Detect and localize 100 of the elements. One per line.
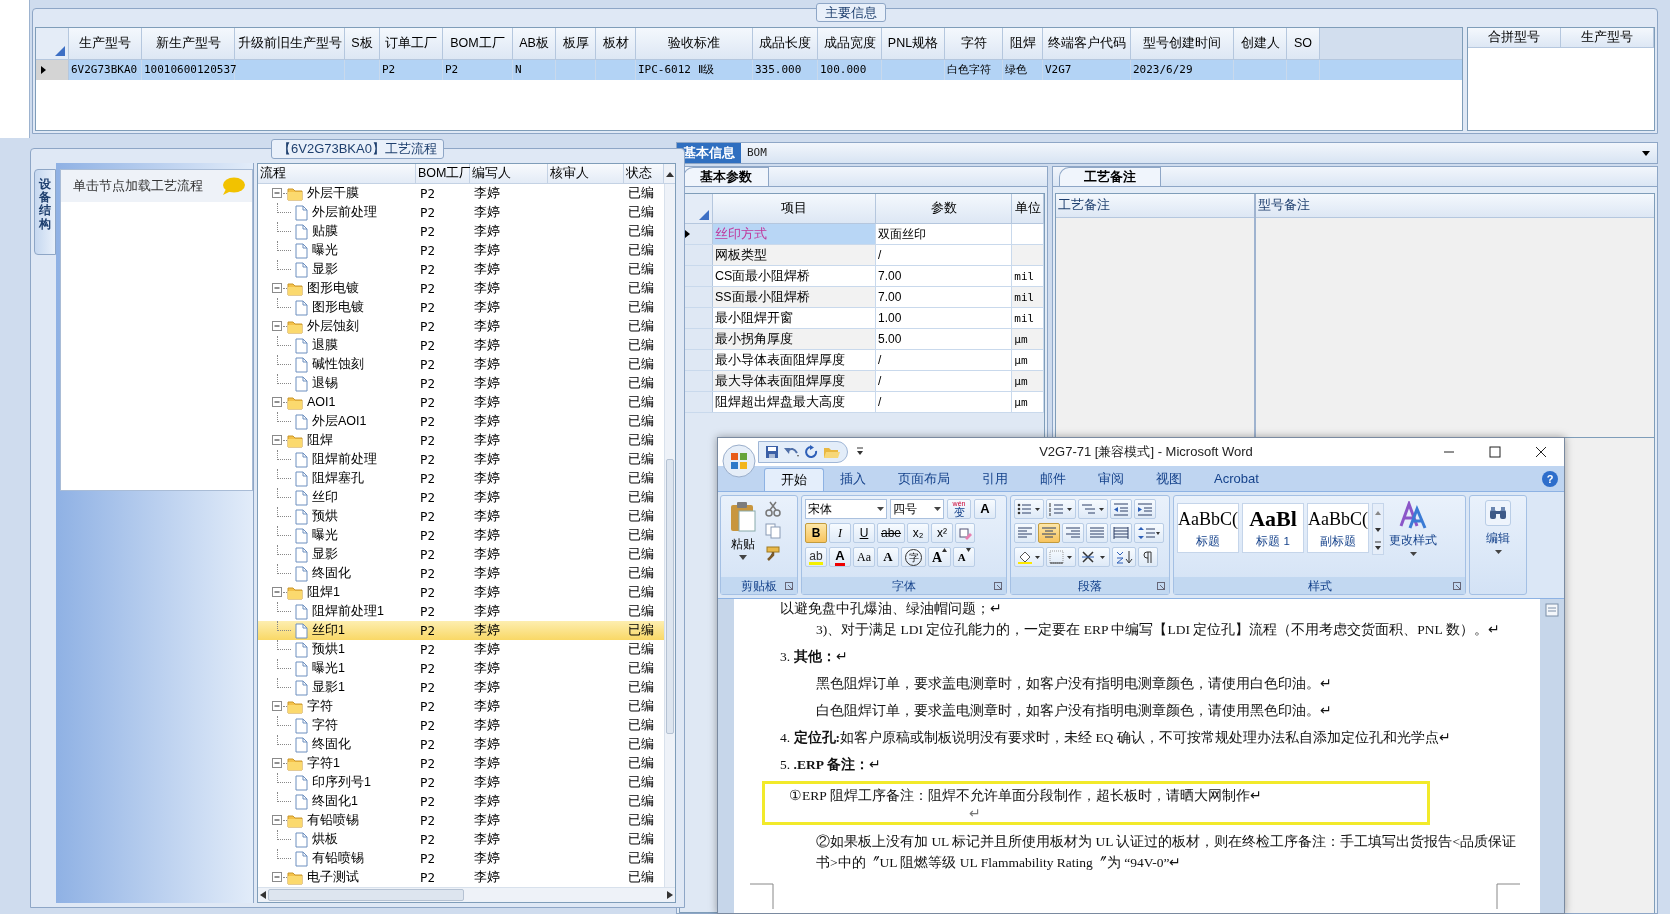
toolbar-button[interactable]	[1134, 523, 1164, 543]
tree-row[interactable]: 终固化 P2 李婷 已编	[258, 735, 664, 754]
tree-row[interactable]: 显影 P2 李婷 已编	[258, 260, 664, 279]
tree-row[interactable]: 退膜 P2 李婷 已编	[258, 336, 664, 355]
style-item[interactable]: AaBbC( 副标题	[1307, 503, 1369, 553]
column-header[interactable]: 阻焊	[1003, 28, 1043, 60]
column-header[interactable]: PNL规格	[882, 28, 945, 60]
tree-row[interactable]: 预烘 P2 李婷 已编	[258, 507, 664, 526]
tab[interactable]: 基本参数	[683, 167, 769, 186]
tree-node-label[interactable]: 终固化	[312, 735, 351, 754]
column-header[interactable]: 参数	[875, 194, 1013, 224]
tree-node-label[interactable]: 烘板	[312, 830, 338, 849]
tree-node-label[interactable]: 曝光	[312, 526, 338, 545]
format-button[interactable]: B	[805, 523, 827, 543]
column-header[interactable]: 新生产型号	[142, 28, 235, 60]
tree-node-label[interactable]: 有铅喷锡	[312, 849, 364, 868]
dialog-launcher-icon[interactable]	[994, 581, 1002, 590]
vertical-scrollbar[interactable]	[664, 184, 675, 887]
column-header[interactable]: 合拼型号	[1468, 28, 1561, 48]
side-tab[interactable]: 设备结构	[34, 169, 56, 255]
tree-node-label[interactable]: 图形电镀	[307, 279, 359, 298]
expander-icon[interactable]	[272, 872, 283, 883]
tree-row[interactable]: 烘板 P2 李婷 已编	[258, 830, 664, 849]
column-header[interactable]: 升级前旧生产型号	[235, 28, 345, 60]
tree-row[interactable]: 显影1 P2 李婷 已编	[258, 678, 664, 697]
expander-icon[interactable]	[272, 283, 283, 294]
shrink-font-button[interactable]: A	[953, 547, 976, 567]
align-button[interactable]	[1110, 523, 1132, 543]
tree-node-label[interactable]: 终固化	[312, 564, 351, 583]
tree-node-label[interactable]: 显影	[312, 260, 338, 279]
tree-node-label[interactable]: 外层AOI1	[312, 412, 367, 431]
tree-row[interactable]: 丝印1 P2 李婷 已编	[258, 621, 664, 640]
tree-row[interactable]: 外层蚀刻 P2 李婷 已编	[258, 317, 664, 336]
ribbon-tab[interactable]: 引用	[966, 468, 1024, 491]
tree-row[interactable]: 阻焊塞孔 P2 李婷 已编	[258, 469, 664, 488]
tree-node-label[interactable]: 阻焊1	[307, 583, 340, 602]
format-button[interactable]: x²	[931, 523, 954, 543]
tree-node-label[interactable]: 终固化1	[312, 792, 358, 811]
tree-row[interactable]: 阻焊前处理1 P2 李婷 已编	[258, 602, 664, 621]
expander-icon[interactable]	[272, 815, 283, 826]
tree-row[interactable]: 有铅喷锡 P2 李婷 已编	[258, 811, 664, 830]
tree-row[interactable]: 丝印 P2 李婷 已编	[258, 488, 664, 507]
text-area[interactable]: 型号备注	[1256, 194, 1654, 437]
change-case-button[interactable]: Aa	[853, 547, 875, 567]
tree-node-label[interactable]: 预烘1	[312, 640, 345, 659]
tree-node-label[interactable]: AOI1	[307, 393, 336, 412]
highlight-button[interactable]: ab	[805, 547, 827, 567]
tree-row[interactable]: 外层前处理 P2 李婷 已编	[258, 203, 664, 222]
horizontal-scrollbar[interactable]	[258, 887, 675, 902]
column-header[interactable]: BOM工厂	[443, 28, 513, 60]
expander-icon[interactable]	[272, 321, 283, 332]
column-header[interactable]: 核审人	[548, 164, 624, 184]
column-header[interactable]: 生产型号	[1561, 28, 1654, 48]
style-item[interactable]: AaBbC( 标题	[1177, 503, 1239, 553]
ribbon-tab[interactable]: Acrobat	[1198, 468, 1275, 491]
ribbon-tab[interactable]: 页面布局	[882, 468, 966, 491]
ruler-toggle-icon[interactable]	[1545, 603, 1559, 617]
tree-row[interactable]: 字符1 P2 李婷 已编	[258, 754, 664, 773]
scroll-right-icon[interactable]	[667, 891, 673, 899]
change-styles-button[interactable]: 更改样式	[1389, 499, 1437, 577]
tree-node-label[interactable]: 图形电镀	[312, 298, 364, 317]
tree-node-label[interactable]: 预烘	[312, 507, 338, 526]
character-border-button[interactable]: A	[974, 499, 996, 519]
tree-node-label[interactable]: 有铅喷锡	[307, 811, 359, 830]
column-header[interactable]: 订单工厂	[380, 28, 443, 60]
column-header[interactable]: 终端客户代码	[1043, 28, 1131, 60]
tree-node-label[interactable]: 电子测试	[307, 868, 359, 887]
toolbar-button[interactable]	[1014, 547, 1044, 567]
text-area[interactable]: 工艺备注	[1056, 194, 1256, 437]
tree-node-label[interactable]: 丝印	[312, 488, 338, 507]
tree-row[interactable]: 贴膜 P2 李婷 已编	[258, 222, 664, 241]
format-button[interactable]: I	[829, 523, 851, 543]
dialog-launcher-icon[interactable]	[1157, 581, 1165, 590]
tree-node-label[interactable]: 阻焊塞孔	[312, 469, 364, 488]
scroll-up-icon[interactable]	[665, 170, 674, 177]
tree-row[interactable]: 曝光1 P2 李婷 已编	[258, 659, 664, 678]
scroll-left-icon[interactable]	[260, 891, 266, 899]
gallery-scroller[interactable]	[1372, 503, 1384, 555]
scrollbar-thumb[interactable]	[666, 459, 674, 734]
tree-row[interactable]: 图形电镀 P2 李婷 已编	[258, 298, 664, 317]
scrollbar-thumb[interactable]	[268, 889, 464, 901]
tree-node-label[interactable]: 曝光	[312, 241, 338, 260]
column-header[interactable]: 验收标准	[636, 28, 753, 60]
save-icon[interactable]	[765, 445, 779, 459]
column-header[interactable]: 成品宽度	[818, 28, 882, 60]
ribbon-tab[interactable]: 视图	[1140, 468, 1198, 491]
tree-row[interactable]: 阻焊前处理 P2 李婷 已编	[258, 450, 664, 469]
tree-row[interactable]: 显影 P2 李婷 已编	[258, 545, 664, 564]
undo-icon[interactable]	[783, 445, 801, 459]
tree-node-label[interactable]: 退锡	[312, 374, 338, 393]
tree-node-label[interactable]: 显影	[312, 545, 338, 564]
column-header[interactable]: 项目	[712, 194, 876, 224]
copy-icon[interactable]	[765, 523, 781, 539]
dialog-launcher-icon[interactable]	[1453, 581, 1461, 590]
tree-row[interactable]: 电子测试 P2 李婷 已编	[258, 868, 664, 887]
column-header[interactable]: 单位	[1012, 194, 1044, 224]
tree-node-label[interactable]: 字符	[307, 697, 333, 716]
tree-node-label[interactable]: 曝光1	[312, 659, 345, 678]
brush-icon[interactable]	[765, 545, 781, 561]
ribbon-tab[interactable]: 开始	[764, 468, 824, 491]
